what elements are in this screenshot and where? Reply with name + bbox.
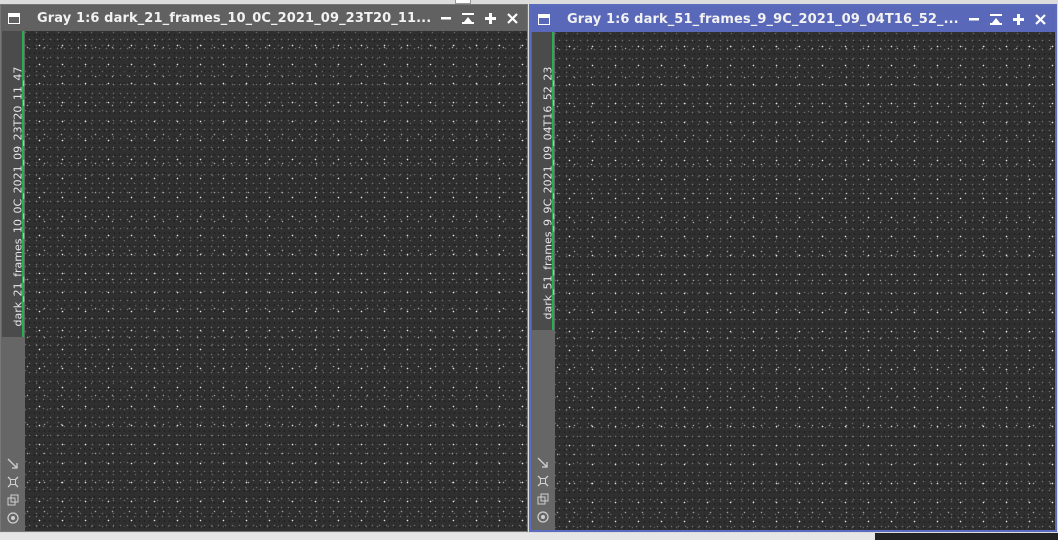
target-icon[interactable]: [534, 508, 552, 526]
window-title: Gray 1:6 dark_51_frames_9_9C_2021_09_04T…: [567, 11, 959, 27]
side-tools: [531, 454, 555, 526]
clone-icon[interactable]: [4, 491, 22, 509]
window-icon[interactable]: [538, 13, 550, 25]
close-icon[interactable]: [501, 8, 523, 28]
view-sidebar: dark_51_frames_9_9C_2021_09_04T16_52_23: [531, 32, 555, 530]
view-identifier-tab[interactable]: dark_21_frames_10_0C_2021_09_23T20_11_47: [2, 31, 25, 337]
fit-view-icon[interactable]: [4, 455, 22, 473]
window-titlebar[interactable]: Gray 1:6 dark_51_frames_9_9C_2021_09_04T…: [531, 6, 1055, 32]
close-icon[interactable]: [1029, 9, 1051, 29]
image-canvas[interactable]: [555, 32, 1055, 530]
view-sidebar: dark_21_frames_10_0C_2021_09_23T20_11_47: [1, 31, 25, 531]
window-controls: [963, 9, 1051, 29]
image-canvas[interactable]: [25, 31, 527, 531]
window-icon[interactable]: [8, 12, 20, 24]
window-titlebar[interactable]: Gray 1:6 dark_21_frames_10_0C_2021_09_23…: [1, 5, 527, 31]
clone-icon[interactable]: [534, 490, 552, 508]
side-tools: [1, 455, 25, 527]
shade-icon[interactable]: [985, 9, 1007, 29]
zoom-icon[interactable]: [534, 472, 552, 490]
fit-view-icon[interactable]: [534, 454, 552, 472]
workspace: Gray 1:6 dark_21_frames_10_0C_2021_09_23…: [0, 0, 1058, 540]
maximize-icon[interactable]: [1007, 9, 1029, 29]
minimize-icon[interactable]: [963, 9, 985, 29]
view-identifier-label: dark_21_frames_10_0C_2021_09_23T20_11_47: [11, 66, 25, 327]
bottom-dark-bar: [875, 533, 1058, 540]
minimize-icon[interactable]: [435, 8, 457, 28]
view-identifier-tab[interactable]: dark_51_frames_9_9C_2021_09_04T16_52_23: [532, 32, 555, 330]
view-identifier-label: dark_51_frames_9_9C_2021_09_04T16_52_23: [541, 66, 555, 320]
window-controls: [435, 8, 523, 28]
zoom-icon[interactable]: [4, 473, 22, 491]
window-title: Gray 1:6 dark_21_frames_10_0C_2021_09_23…: [37, 10, 432, 26]
image-window-2[interactable]: Gray 1:6 dark_51_frames_9_9C_2021_09_04T…: [529, 4, 1057, 532]
target-icon[interactable]: [4, 509, 22, 527]
maximize-icon[interactable]: [479, 8, 501, 28]
shade-icon[interactable]: [457, 8, 479, 28]
image-window-1[interactable]: Gray 1:6 dark_21_frames_10_0C_2021_09_23…: [0, 4, 528, 532]
